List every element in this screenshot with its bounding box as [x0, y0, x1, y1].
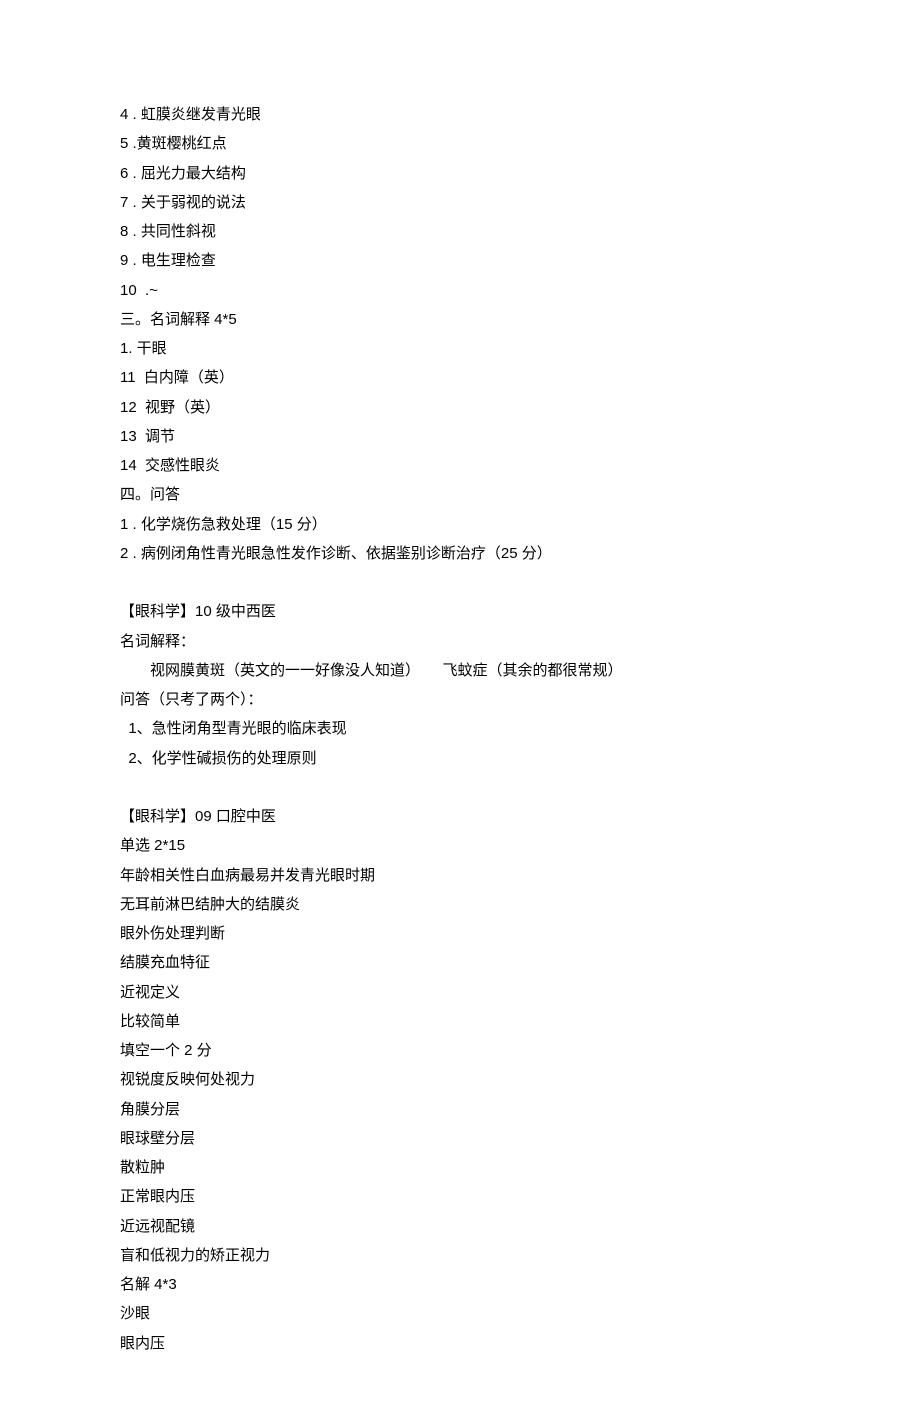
- text-line: 11 白内障（英）: [120, 363, 800, 392]
- text-line: 9 . 电生理检查: [120, 246, 800, 275]
- text-line: 眼球壁分层: [120, 1124, 800, 1153]
- text-line: 名解 4*3: [120, 1270, 800, 1299]
- text-line: 散粒肿: [120, 1153, 800, 1182]
- text-line: 填空一个 2 分: [120, 1036, 800, 1065]
- text-line: 10 .~: [120, 276, 800, 305]
- text-line: 12 视野（英）: [120, 393, 800, 422]
- text-line: 无耳前淋巴结肿大的结膜炎: [120, 890, 800, 919]
- text-line: 4 . 虹膜炎继发青光眼: [120, 100, 800, 129]
- text-line: 视网膜黄斑（英文的一一好像没人知道） 飞蚊症（其余的都很常规）: [120, 656, 800, 685]
- text-line: 问答（只考了两个）：: [120, 685, 800, 714]
- text-line: 近视定义: [120, 978, 800, 1007]
- text-line: 2 . 病例闭角性青光眼急性发作诊断、依据鉴别诊断治疗（25 分）: [120, 539, 800, 568]
- text-line: 比较简单: [120, 1007, 800, 1036]
- text-line: 2、化学性碱损伤的处理原则: [120, 744, 800, 773]
- text-line: 眼外伤处理判断: [120, 919, 800, 948]
- text-line: 13 调节: [120, 422, 800, 451]
- text-line: 年龄相关性白血病最易并发青光眼时期: [120, 861, 800, 890]
- text-line: 6 . 屈光力最大结构: [120, 159, 800, 188]
- text-line: 【眼科学】10 级中西医: [120, 597, 800, 626]
- document-body: 4 . 虹膜炎继发青光眼5 .黄斑樱桃红点6 . 屈光力最大结构7 . 关于弱视…: [120, 100, 800, 1358]
- text-line: 7 . 关于弱视的说法: [120, 188, 800, 217]
- text-line: 盲和低视力的矫正视力: [120, 1241, 800, 1270]
- text-line: 【眼科学】09 口腔中医: [120, 802, 800, 831]
- text-line: 眼内压: [120, 1329, 800, 1358]
- text-line: 结膜充血特征: [120, 948, 800, 977]
- text-line: 14 交感性眼炎: [120, 451, 800, 480]
- text-line: 正常眼内压: [120, 1182, 800, 1211]
- text-line: 5 .黄斑樱桃红点: [120, 129, 800, 158]
- text-line: 沙眼: [120, 1299, 800, 1328]
- text-line: 8 . 共同性斜视: [120, 217, 800, 246]
- text-line: 1. 干眼: [120, 334, 800, 363]
- text-line: 1 . 化学烧伤急救处理（15 分）: [120, 510, 800, 539]
- text-line: 角膜分层: [120, 1095, 800, 1124]
- text-line: 视锐度反映何处视力: [120, 1065, 800, 1094]
- text-line: 1、急性闭角型青光眼的临床表现: [120, 714, 800, 743]
- text-line: 名词解释：: [120, 627, 800, 656]
- text-line: 单选 2*15: [120, 831, 800, 860]
- text-line: 近远视配镜: [120, 1212, 800, 1241]
- text-line: 四。问答: [120, 480, 800, 509]
- text-line: 三。名词解释 4*5: [120, 305, 800, 334]
